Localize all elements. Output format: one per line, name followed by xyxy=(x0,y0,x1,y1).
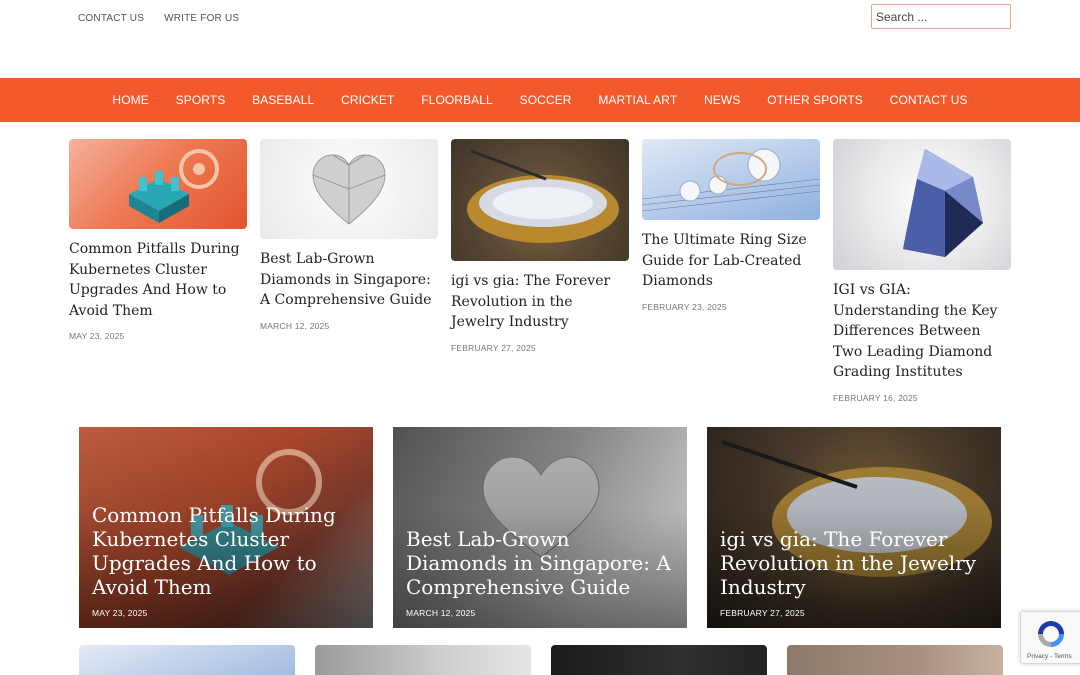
nav-item-martial-art[interactable]: MARTIAL ART xyxy=(585,93,691,107)
nav-item-baseball[interactable]: BASEBALL xyxy=(239,93,328,107)
round-diamond-icon xyxy=(903,149,983,257)
post-title[interactable]: IGI vs GIA: Understanding the Key Differ… xyxy=(833,280,1011,383)
post-date: MARCH 12, 2025 xyxy=(260,320,330,331)
nav-item-floorball[interactable]: FLOORBALL xyxy=(408,93,506,107)
featured-title[interactable]: Common Pitfalls During Kubernetes Cluste… xyxy=(92,503,363,599)
post-thumbnail[interactable] xyxy=(260,139,438,239)
post-date: MAY 23, 2025 xyxy=(69,331,125,341)
recaptcha-badge[interactable]: Privacy - Terms xyxy=(1020,611,1080,664)
featured-post[interactable]: Common Pitfalls During Kubernetes Cluste… xyxy=(79,427,373,628)
nav-item-soccer[interactable]: SOCCER xyxy=(506,93,585,107)
post-thumbnail[interactable] xyxy=(451,139,629,261)
post-title[interactable]: igi vs gia: The Forever Revolution in th… xyxy=(451,271,629,333)
post-title[interactable]: Best Lab-Grown Diamonds in Singapore: A … xyxy=(260,249,438,311)
post-thumbnail[interactable] xyxy=(315,645,531,675)
featured-post[interactable]: Best Lab-Grown Diamonds in Singapore: A … xyxy=(393,427,687,628)
search-input[interactable] xyxy=(871,4,1011,29)
featured-title[interactable]: igi vs gia: The Forever Revolution in th… xyxy=(720,527,991,599)
recent-posts: Common Pitfalls During Kubernetes Cluste… xyxy=(69,139,1011,403)
featured-posts: Common Pitfalls During Kubernetes Cluste… xyxy=(79,427,1001,628)
post-card: Common Pitfalls During Kubernetes Cluste… xyxy=(69,139,247,403)
post-card: Best Lab-Grown Diamonds in Singapore: A … xyxy=(260,139,438,403)
nav-item-home[interactable]: HOME xyxy=(99,93,162,107)
nav-item-sports[interactable]: SPORTS xyxy=(162,93,239,107)
nav-item-other-sports[interactable]: OTHER SPORTS xyxy=(754,93,876,107)
nav-item-news[interactable]: NEWS xyxy=(691,93,754,107)
post-card: igi vs gia: The Forever Revolution in th… xyxy=(451,139,629,403)
nav-item-contact-us[interactable]: CONTACT US xyxy=(876,93,981,107)
post-thumbnail[interactable] xyxy=(69,139,247,229)
top-bar: CONTACT US WRITE FOR US xyxy=(0,0,1080,78)
recaptcha-links[interactable]: Privacy - Terms xyxy=(1027,653,1072,660)
post-thumbnail[interactable] xyxy=(79,645,295,675)
post-title[interactable]: The Ultimate Ring Size Guide for Lab-Cre… xyxy=(642,230,820,292)
featured-date: FEBRUARY 27, 2025 xyxy=(720,608,805,618)
top-link-write-for-us[interactable]: WRITE FOR US xyxy=(164,13,239,24)
main-nav: HOME SPORTS BASEBALL CRICKET FLOORBALL S… xyxy=(0,78,1080,122)
post-date: FEBRUARY 16, 2025 xyxy=(833,392,918,403)
kubernetes-illustration-icon xyxy=(129,149,219,223)
featured-date: MARCH 12, 2025 xyxy=(406,608,476,618)
post-date: FEBRUARY 27, 2025 xyxy=(451,342,536,353)
top-link-contact-us[interactable]: CONTACT US xyxy=(78,13,144,24)
diamonds-bowl-icon xyxy=(467,149,619,243)
recaptcha-icon xyxy=(1038,621,1064,647)
nav-item-cricket[interactable]: CRICKET xyxy=(328,93,408,107)
post-title[interactable]: Common Pitfalls During Kubernetes Cluste… xyxy=(69,239,247,321)
featured-title[interactable]: Best Lab-Grown Diamonds in Singapore: A … xyxy=(406,527,677,599)
post-card: IGI vs GIA: Understanding the Key Differ… xyxy=(833,139,1011,403)
post-card: The Ultimate Ring Size Guide for Lab-Cre… xyxy=(642,139,820,403)
featured-post[interactable]: igi vs gia: The Forever Revolution in th… xyxy=(707,427,1001,628)
post-thumbnail[interactable] xyxy=(551,645,767,675)
post-thumbnail[interactable] xyxy=(642,139,820,220)
rings-icon xyxy=(642,148,820,212)
featured-date: MAY 23, 2025 xyxy=(92,608,148,618)
post-date: FEBRUARY 23, 2025 xyxy=(642,301,727,312)
more-posts xyxy=(79,645,1003,675)
post-thumbnail[interactable] xyxy=(787,645,1003,675)
heart-diamond-icon xyxy=(312,154,386,225)
post-thumbnail[interactable] xyxy=(833,139,1011,270)
top-links: CONTACT US WRITE FOR US xyxy=(78,13,239,24)
